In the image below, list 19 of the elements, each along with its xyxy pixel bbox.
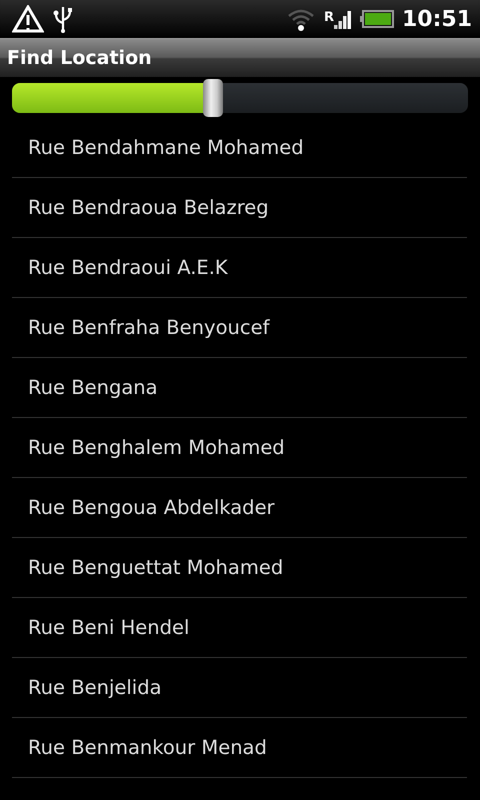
location-item[interactable]: Rue Bendahmane Mohamed [12,118,467,178]
window-title: Find Location [7,47,152,69]
battery-icon [360,10,394,28]
usb-icon [52,5,74,33]
location-item[interactable]: Rue Bengoua Abdelkader [12,478,467,538]
warning-icon [12,5,44,33]
location-item[interactable]: Rue Benmankour Menad [12,718,467,778]
location-item[interactable]: Rue Bengana [12,358,467,418]
location-item[interactable]: Rue Benfraha Benyoucef [12,298,467,358]
location-item[interactable]: Rue Beni Hendel [12,598,467,658]
location-item[interactable]: Rue Benghalem Mohamed [12,418,467,478]
wifi-icon [286,7,316,31]
clock-time: 10:51 [402,6,472,32]
location-item[interactable]: Rue Benjelida [12,658,467,718]
slider-thumb[interactable] [202,79,223,117]
location-item[interactable]: Rue Bendraoui A.E.K [12,238,467,298]
location-item[interactable]: Rue Bendraoua Belazreg [12,178,467,238]
location-item[interactable]: Rue Benguettat Mohamed [12,538,467,598]
roaming-indicator: R [324,11,334,24]
